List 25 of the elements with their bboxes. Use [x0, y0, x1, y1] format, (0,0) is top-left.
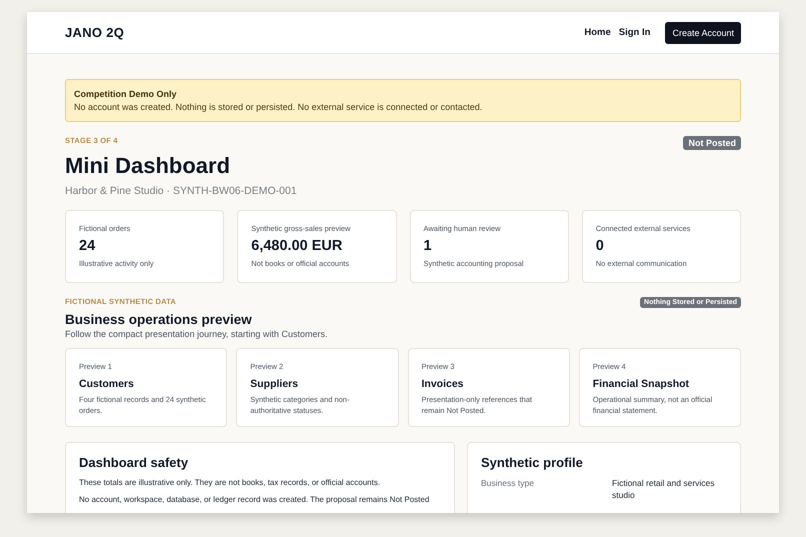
preview-title: Suppliers [250, 378, 300, 390]
profile-label: Business type [481, 477, 535, 490]
stat-value: 1 [424, 238, 433, 254]
panel-title: Synthetic profile [481, 455, 584, 470]
nav-link[interactable]: Sign In [618, 25, 650, 40]
brand-logo: JANO 2Q [65, 25, 124, 40]
panel-title: Dashboard safety [79, 455, 190, 470]
stat-value: 6,480.00 EUR [251, 238, 344, 254]
create-account-button[interactable]: Create Account [665, 22, 741, 44]
notice-title: Competition Demo Only [74, 89, 178, 99]
status-badge: Not Posted [683, 136, 741, 150]
preview-title: Financial Snapshot [592, 378, 690, 390]
preview-title: Invoices [422, 378, 465, 390]
section-title: Business operations preview [65, 312, 253, 327]
preview-title: Customers [79, 378, 135, 390]
page-subtitle: Harbor & Pine Studio · SYNTH-BW06-DEMO-001 [65, 185, 297, 197]
notice-text: No account was created. Nothing is stored or persisted. No external service is connected or contacted. [74, 102, 484, 112]
section-description: Follow the compact presentation journey, starting with Customers. [65, 329, 328, 339]
profile-value: Fictional retail and services studio [612, 477, 716, 502]
stat-value: 0 [596, 238, 605, 254]
stat-value: 24 [79, 238, 96, 254]
panel-text: These totals are illustrative only. They are not books, tax records, or official accounts. [79, 478, 382, 487]
page-title: Mini Dashboard [65, 153, 232, 179]
panel-text: No account, workspace, database, or ledger record was created. The proposal remains Not Posted [79, 495, 430, 504]
nav-link[interactable]: Home [584, 25, 611, 40]
